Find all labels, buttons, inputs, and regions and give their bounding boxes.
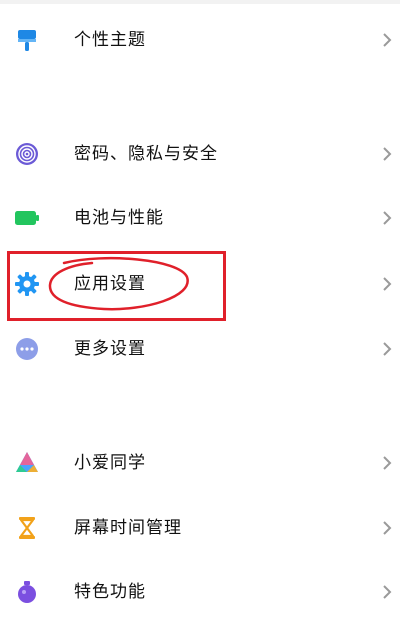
- top-divider: [0, 0, 400, 4]
- xiaoai-assistant-icon: [16, 452, 38, 472]
- settings-item-label: 密码、隐私与安全: [74, 144, 218, 164]
- settings-item-privacy-security[interactable]: 密码、隐私与安全: [0, 122, 400, 186]
- settings-item-theme[interactable]: 个性主题: [0, 8, 400, 72]
- hourglass-icon: [19, 517, 35, 539]
- settings-item-label: 特色功能: [74, 582, 146, 602]
- theme-brush-icon: [18, 30, 36, 51]
- settings-item-screen-time[interactable]: 屏幕时间管理: [0, 496, 400, 560]
- chevron-right-icon: [383, 585, 392, 599]
- settings-item-battery-performance[interactable]: 电池与性能: [0, 186, 400, 250]
- chevron-right-icon: [383, 521, 392, 535]
- settings-item-label: 个性主题: [74, 30, 146, 50]
- settings-item-label: 更多设置: [74, 339, 146, 359]
- battery-icon: [15, 211, 39, 225]
- potion-flask-icon: [18, 581, 36, 603]
- more-dots-icon: [16, 338, 38, 360]
- chevron-right-icon: [383, 277, 392, 291]
- chevron-right-icon: [383, 33, 392, 47]
- settings-item-label: 小爱同学: [74, 453, 146, 473]
- chevron-right-icon: [383, 211, 392, 225]
- settings-item-label: 屏幕时间管理: [74, 518, 182, 538]
- settings-item-more-settings[interactable]: 更多设置: [0, 317, 400, 381]
- settings-item-xiaoai[interactable]: 小爱同学: [0, 431, 400, 495]
- settings-item-label: 电池与性能: [74, 208, 164, 228]
- annotation-circle-scribble: [48, 256, 189, 311]
- chevron-right-icon: [383, 456, 392, 470]
- chevron-right-icon: [383, 342, 392, 356]
- settings-item-special-features[interactable]: 特色功能: [0, 560, 400, 624]
- fingerprint-icon: [16, 143, 38, 165]
- chevron-right-icon: [383, 147, 392, 161]
